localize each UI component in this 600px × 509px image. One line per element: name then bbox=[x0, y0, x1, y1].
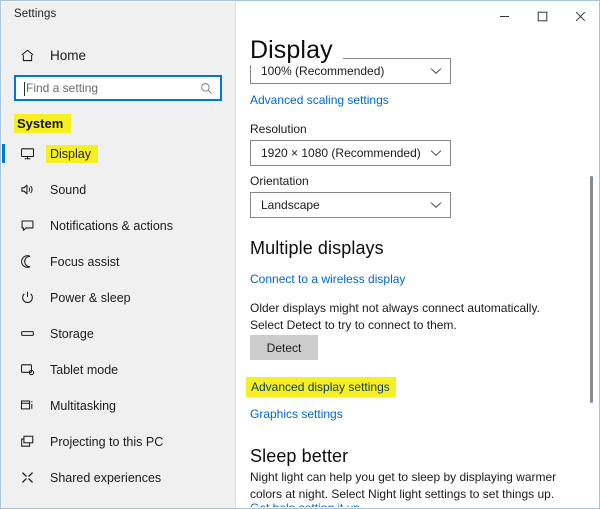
sidebar-nav-list: Display Sound Notifica bbox=[2, 141, 236, 509]
resolution-label: Resolution bbox=[250, 122, 307, 136]
sidebar-item-shared-experiences[interactable]: Shared experiences bbox=[2, 465, 236, 490]
night-light-description: Night light can help you get to sleep by… bbox=[250, 469, 570, 503]
sidebar-item-sound-label: Sound bbox=[50, 183, 86, 197]
settings-window: Home System bbox=[0, 0, 600, 509]
sidebar-item-multitasking-label: Multitasking bbox=[50, 399, 116, 413]
sidebar-item-display-label: Display bbox=[46, 145, 98, 163]
home-icon bbox=[16, 48, 38, 63]
sidebar-item-home-label: Home bbox=[50, 48, 86, 63]
main-content: 100% (Recommended) Advanced scaling sett… bbox=[236, 2, 598, 507]
sidebar-item-remote-desktop[interactable]: Remote Desktop bbox=[2, 501, 236, 509]
sidebar-item-display[interactable]: Display bbox=[2, 141, 236, 166]
storage-icon bbox=[16, 326, 38, 341]
graphics-settings-link[interactable]: Graphics settings bbox=[250, 407, 343, 421]
sidebar-item-tablet-mode[interactable]: Tablet mode bbox=[2, 357, 236, 382]
display-settings-content: 100% (Recommended) Advanced scaling sett… bbox=[236, 2, 598, 507]
sidebar-item-notifications-label: Notifications & actions bbox=[50, 219, 173, 233]
sidebar: Home System bbox=[2, 2, 236, 509]
share-icon bbox=[16, 470, 38, 485]
text-caret bbox=[24, 82, 25, 96]
window-controls bbox=[485, 1, 599, 32]
sidebar-item-storage[interactable]: Storage bbox=[2, 321, 236, 346]
search-icon[interactable] bbox=[200, 82, 213, 100]
main-scrollbar[interactable] bbox=[584, 2, 598, 507]
sidebar-item-notifications[interactable]: Notifications & actions bbox=[2, 213, 236, 238]
notification-icon bbox=[16, 218, 38, 233]
multiple-displays-heading: Multiple displays bbox=[250, 238, 384, 259]
sidebar-item-power-sleep[interactable]: Power & sleep bbox=[2, 285, 236, 310]
search-box[interactable] bbox=[14, 75, 222, 101]
sidebar-section-system-label: System bbox=[14, 114, 71, 133]
sidebar-item-focus-assist[interactable]: Focus assist bbox=[2, 249, 236, 274]
sidebar-item-multitasking[interactable]: Multitasking bbox=[2, 393, 236, 418]
orientation-dropdown[interactable]: Landscape bbox=[250, 192, 451, 218]
sleep-better-heading: Sleep better bbox=[250, 446, 348, 467]
sidebar-item-power-sleep-label: Power & sleep bbox=[50, 291, 131, 305]
chevron-down-icon bbox=[430, 62, 442, 80]
sidebar-item-home[interactable]: Home bbox=[2, 42, 236, 68]
projecting-icon bbox=[16, 434, 38, 449]
orientation-label: Orientation bbox=[250, 174, 309, 188]
chevron-down-icon bbox=[430, 196, 442, 214]
speaker-icon bbox=[16, 182, 38, 197]
close-button[interactable] bbox=[561, 1, 599, 32]
orientation-dropdown-value: Landscape bbox=[261, 198, 320, 212]
advanced-display-settings-link[interactable]: Advanced display settings bbox=[246, 377, 396, 397]
detect-button[interactable]: Detect bbox=[250, 335, 318, 360]
sidebar-item-storage-label: Storage bbox=[50, 327, 94, 341]
selection-indicator bbox=[2, 144, 5, 163]
advanced-scaling-settings-link[interactable]: Advanced scaling settings bbox=[250, 93, 389, 107]
tablet-icon bbox=[16, 362, 38, 377]
get-help-setting-up-link[interactable]: Get help setting it up bbox=[250, 501, 360, 507]
sidebar-item-shared-experiences-label: Shared experiences bbox=[50, 471, 161, 485]
power-icon bbox=[16, 290, 38, 305]
sidebar-item-sound[interactable]: Sound bbox=[2, 177, 236, 202]
search-input[interactable] bbox=[26, 78, 186, 98]
scrollbar-thumb[interactable] bbox=[590, 176, 593, 403]
resolution-dropdown[interactable]: 1920 × 1080 (Recommended) bbox=[250, 140, 451, 166]
multitasking-icon bbox=[16, 398, 38, 413]
connect-wireless-display-link[interactable]: Connect to a wireless display bbox=[250, 272, 405, 286]
older-displays-description: Older displays might not always connect … bbox=[250, 300, 570, 334]
minimize-button[interactable] bbox=[485, 1, 523, 32]
resolution-dropdown-value: 1920 × 1080 (Recommended) bbox=[261, 146, 421, 160]
maximize-button[interactable] bbox=[523, 1, 561, 32]
monitor-icon bbox=[16, 146, 38, 161]
moon-icon bbox=[16, 254, 38, 269]
chevron-down-icon bbox=[430, 144, 442, 162]
sidebar-section-system: System bbox=[2, 112, 236, 134]
page-title: Display bbox=[250, 35, 343, 65]
scale-dropdown-value: 100% (Recommended) bbox=[261, 64, 384, 78]
sidebar-item-projecting-label: Projecting to this PC bbox=[50, 435, 163, 449]
sidebar-item-projecting[interactable]: Projecting to this PC bbox=[2, 429, 236, 454]
sidebar-item-focus-assist-label: Focus assist bbox=[50, 255, 119, 269]
sidebar-item-tablet-mode-label: Tablet mode bbox=[50, 363, 118, 377]
